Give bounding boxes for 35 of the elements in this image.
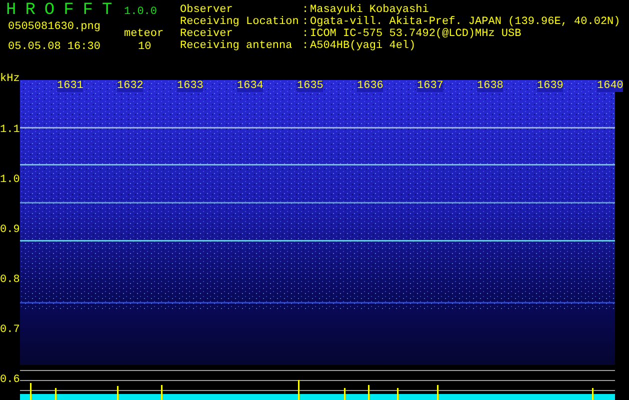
colon-separator: :	[302, 4, 309, 16]
info-label: Receiver	[180, 28, 233, 40]
axis-tick-label: 1.0	[0, 174, 20, 186]
time-label: 1636	[357, 80, 384, 92]
info-value: A504HB(yagi 4el)	[310, 40, 416, 52]
time-label: 1637	[417, 80, 444, 92]
axis-unit: kHz	[0, 73, 20, 85]
info-value: Ogata-vill. Akita-Pref. JAPAN (139.96E, 40.02N)	[310, 16, 620, 28]
axis-tick-label: 1.1	[0, 124, 20, 136]
time-label: 1635	[297, 80, 324, 92]
meteor-label: meteor	[124, 28, 164, 40]
axis-tick-label: 0.7	[0, 324, 20, 336]
time-label: 1638	[477, 80, 504, 92]
axis-tick-label: 0.8	[0, 274, 20, 286]
axis-tick-label: 0.6	[0, 374, 20, 386]
info-value: ICOM IC-575 53.7492(@LCD)MHz USB	[310, 28, 522, 40]
time-label: 1634	[237, 80, 264, 92]
app-title: HROFFT	[6, 2, 122, 20]
time-label: 1639	[537, 80, 564, 92]
time-label: 1632	[117, 80, 144, 92]
time-label: 1640	[597, 80, 624, 92]
app-version: 1.0.0	[124, 5, 158, 20]
info-label: Observer	[180, 4, 233, 16]
meteor-count: 10	[138, 41, 152, 53]
date-time: 05.05.08 16:30	[8, 41, 100, 53]
colon-separator: :	[302, 40, 309, 52]
info-label: Receiving antenna	[180, 40, 292, 52]
colon-separator: :	[302, 16, 309, 28]
info-value: Masayuki Kobayashi	[310, 4, 429, 16]
file-name: 0505081630.png	[8, 21, 100, 33]
time-label: 1631	[57, 80, 84, 92]
time-label: 1633	[177, 80, 204, 92]
axis-tick-label: 0.9	[0, 224, 20, 236]
colon-separator: :	[302, 28, 309, 40]
info-label: Receiving Location	[180, 16, 299, 28]
